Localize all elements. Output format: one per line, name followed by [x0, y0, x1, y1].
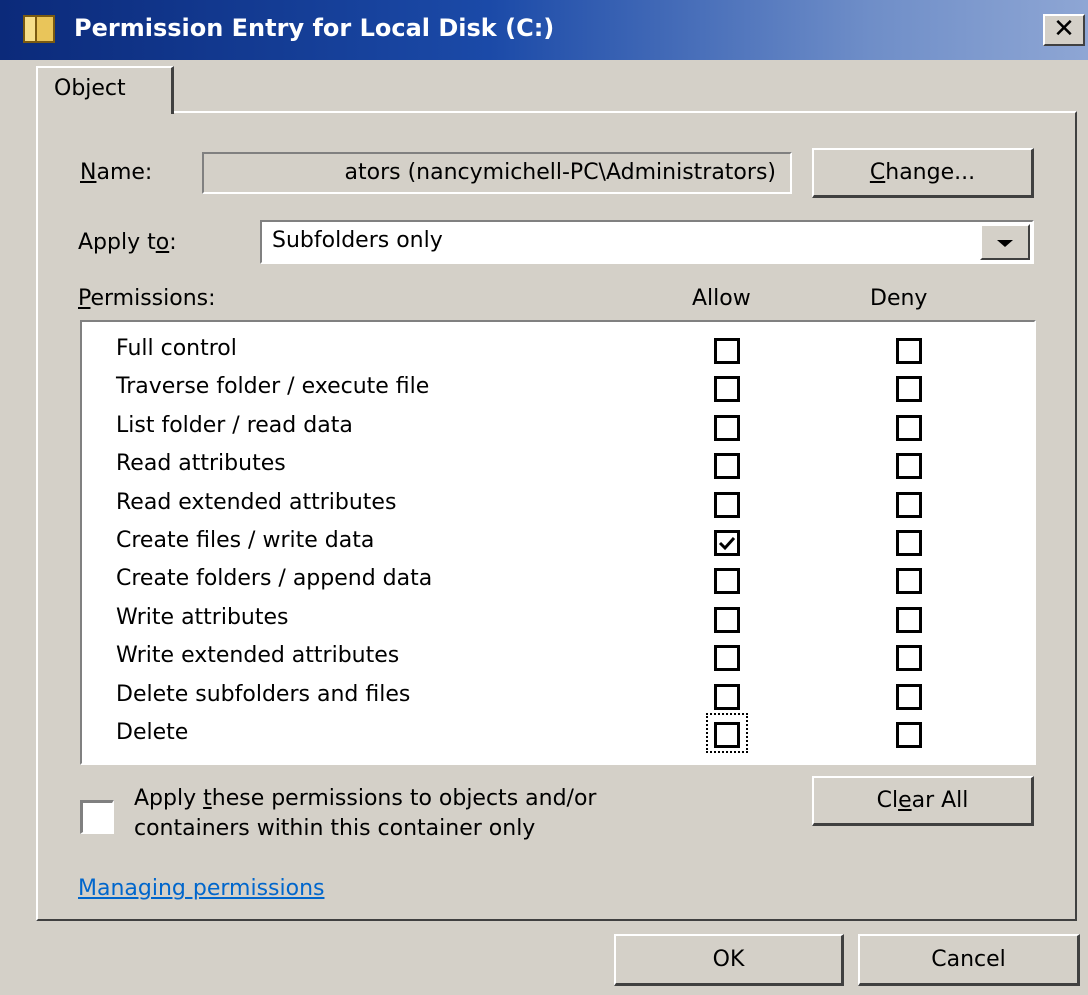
permission-label: Traverse folder / execute file [116, 374, 430, 400]
allow-checkbox[interactable] [714, 453, 740, 480]
deny-header: Deny [870, 286, 928, 311]
permission-row: Traverse folder / execute file [82, 370, 962, 408]
permission-label: List folder / read data [116, 412, 353, 438]
permissions-label: Permissions: [78, 286, 216, 311]
allow-checkbox[interactable] [714, 491, 740, 518]
apply-within-label: Apply these permissions to objects and/o… [134, 786, 597, 841]
permission-row: Write attributes [82, 601, 962, 639]
permission-label: Read extended attributes [116, 489, 397, 515]
managing-permissions-link[interactable]: Managing permissions [78, 876, 324, 901]
apply-to-select[interactable]: Subfolders only [260, 220, 1034, 264]
allow-checkbox[interactable] [714, 645, 740, 672]
folder-icon [23, 15, 55, 43]
window-title: Permission Entry for Local Disk (C:) [74, 14, 555, 42]
name-value: ators (nancymichell-PC\Administrators) [344, 160, 776, 185]
permission-label: Write extended attributes [116, 643, 400, 669]
permission-label: Write attributes [116, 604, 289, 630]
permission-row: Delete [82, 713, 962, 754]
permissions-list[interactable]: Full control Traverse folder / execute fi… [80, 320, 1036, 765]
dropdown-button[interactable] [980, 224, 1030, 260]
allow-checkbox[interactable] [714, 530, 740, 556]
allow-checkbox[interactable] [714, 606, 740, 633]
deny-checkbox[interactable] [896, 338, 922, 364]
permission-label: Delete subfolders and files [116, 681, 411, 707]
deny-checkbox[interactable] [896, 645, 922, 672]
tab-object[interactable]: Object [36, 66, 174, 114]
deny-checkbox[interactable] [896, 568, 922, 595]
deny-checkbox[interactable] [896, 606, 922, 633]
allow-checkbox[interactable] [714, 338, 740, 364]
allow-checkbox[interactable] [714, 683, 740, 710]
allow-checkbox[interactable] [714, 722, 740, 748]
apply-within-checkbox[interactable] [80, 800, 114, 834]
name-field: ators (nancymichell-PC\Administrators) [202, 152, 792, 194]
chevron-down-icon [997, 240, 1013, 247]
deny-checkbox[interactable] [896, 491, 922, 518]
close-icon: ✕ [1053, 14, 1075, 44]
allow-header: Allow [692, 286, 751, 311]
deny-checkbox[interactable] [896, 376, 922, 403]
permission-row: List folder / read data [82, 409, 962, 447]
deny-checkbox[interactable] [896, 722, 922, 748]
permission-row: Full control [82, 332, 962, 370]
permission-row: Create folders / append data [82, 562, 962, 600]
deny-checkbox[interactable] [896, 453, 922, 480]
deny-checkbox[interactable] [896, 530, 922, 556]
permission-row: Create files / write data [82, 524, 962, 562]
allow-checkbox[interactable] [714, 414, 740, 441]
permission-label: Full control [116, 336, 237, 361]
permission-label: Create files / write data [116, 528, 375, 553]
change-button[interactable]: Change... [812, 148, 1034, 198]
permission-label: Create folders / append data [116, 566, 433, 592]
cancel-button[interactable]: Cancel [858, 934, 1080, 986]
permission-label: Read attributes [116, 451, 286, 477]
allow-checkbox[interactable] [714, 376, 740, 403]
allow-checkbox[interactable] [714, 568, 740, 595]
permission-row: Read attributes [82, 447, 962, 485]
permission-row: Read extended attributes [82, 486, 962, 524]
deny-checkbox[interactable] [896, 414, 922, 441]
apply-to-label: Apply to: [78, 230, 177, 255]
title-bar[interactable]: Permission Entry for Local Disk (C:) ✕ [0, 0, 1088, 60]
apply-to-value: Subfolders only [272, 228, 443, 253]
checkmark-icon [718, 536, 736, 551]
permission-row: Write extended attributes [82, 639, 962, 677]
clear-all-button[interactable]: Clear All [812, 776, 1034, 826]
name-label: Name: [80, 160, 153, 185]
deny-checkbox[interactable] [896, 683, 922, 710]
permission-label: Delete [116, 720, 189, 745]
ok-button[interactable]: OK [614, 934, 844, 986]
close-button[interactable]: ✕ [1043, 14, 1085, 46]
permission-row: Delete subfolders and files [82, 678, 962, 716]
